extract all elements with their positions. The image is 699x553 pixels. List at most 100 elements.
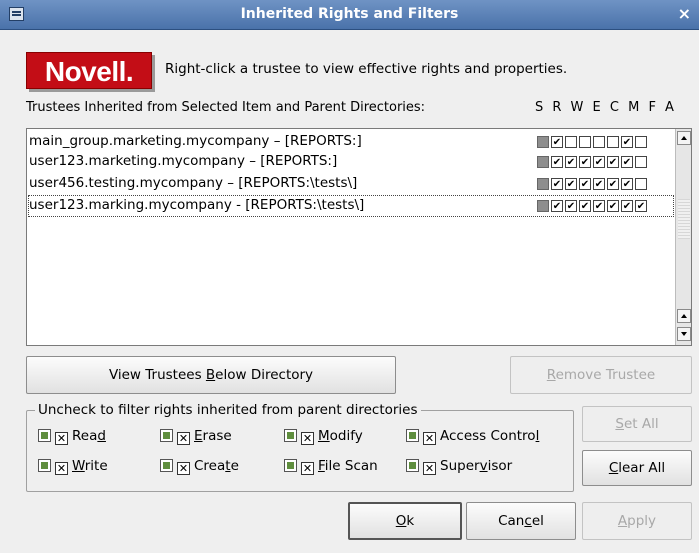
filter-label-post: isor xyxy=(487,458,513,474)
filter-label-mnemonic: E xyxy=(194,428,203,444)
filter-label-pre: Rea xyxy=(72,428,98,444)
right-checkbox xyxy=(537,156,549,168)
apply-mnemonic: A xyxy=(617,513,628,529)
right-checkbox xyxy=(621,136,633,148)
cancel-button[interactable]: Cancel xyxy=(466,502,576,540)
trustee-name: user123.marking.mycompany - [REPORTS:\te… xyxy=(29,197,365,213)
remove-mnemonic: R xyxy=(546,367,556,383)
tristate-icon xyxy=(160,459,173,472)
right-checkbox xyxy=(579,156,591,168)
tristate-icon xyxy=(160,429,173,442)
set-all-mnemonic: S xyxy=(615,416,624,432)
title-bar: Inherited Rights and Filters × xyxy=(0,0,699,30)
apply-button[interactable]: Apply xyxy=(582,502,692,540)
right-checkbox xyxy=(607,200,619,212)
hint-text: Right-click a trustee to view effective … xyxy=(165,61,568,77)
right-checkbox xyxy=(579,178,591,190)
filter-label-mnemonic: d xyxy=(97,428,106,444)
scroll-up-button-lower[interactable] xyxy=(677,309,691,323)
right-checkbox xyxy=(621,178,633,190)
trustee-list[interactable]: main_group.marketing.mycompany – [REPORT… xyxy=(26,128,692,346)
ok-mnemonic: O xyxy=(395,513,407,529)
tristate-icon xyxy=(38,429,51,442)
tristate-icon xyxy=(284,459,297,472)
ok-button[interactable]: Ok xyxy=(348,502,462,540)
apply-post: pply xyxy=(627,513,657,529)
filter-checkbox[interactable]: ✕ Read xyxy=(38,428,106,446)
filter-checkbox[interactable]: ✕ Modify xyxy=(284,428,363,446)
trustee-name: user456.testing.mycompany – [REPORTS:\te… xyxy=(29,175,358,191)
right-checkbox xyxy=(593,200,605,212)
right-checkbox xyxy=(593,136,605,148)
right-checkbox xyxy=(607,136,619,148)
trustee-row[interactable]: user123.marking.mycompany - [REPORTS:\te… xyxy=(28,195,674,217)
trustee-row[interactable]: user456.testing.mycompany – [REPORTS:\te… xyxy=(29,174,673,194)
check-icon: ✕ xyxy=(55,462,68,475)
right-checkbox xyxy=(579,136,591,148)
cancel-post: el xyxy=(531,513,544,529)
trustee-row[interactable]: main_group.marketing.mycompany – [REPORT… xyxy=(29,132,673,152)
scroll-up-button[interactable] xyxy=(677,131,691,145)
right-checkbox xyxy=(635,156,647,168)
right-checkbox xyxy=(607,156,619,168)
filter-label-post: odify xyxy=(329,428,363,444)
check-icon: ✕ xyxy=(423,462,436,475)
filter-checkbox[interactable]: ✕ Create xyxy=(160,458,239,476)
filter-label-pre: Crea xyxy=(194,458,226,474)
check-icon: ✕ xyxy=(301,462,314,475)
vertical-scrollbar[interactable] xyxy=(675,129,691,345)
filter-label-post: rase xyxy=(202,428,232,444)
filter-label-pre: Super xyxy=(440,458,480,474)
scroll-down-button[interactable] xyxy=(677,327,691,341)
check-icon: ✕ xyxy=(55,432,68,445)
clear-all-rest: lear All xyxy=(618,460,666,476)
trustee-name: user123.marketing.mycompany – [REPORTS:] xyxy=(29,153,338,169)
tristate-icon xyxy=(406,459,419,472)
set-all-button[interactable]: Set All xyxy=(582,406,692,442)
right-checkbox xyxy=(635,200,647,212)
right-checkbox xyxy=(635,136,647,148)
rights-header: S R W E C M F A xyxy=(535,100,677,115)
tristate-icon xyxy=(284,429,297,442)
filter-label-mnemonic: v xyxy=(479,458,488,474)
trustee-name: main_group.marketing.mycompany – [REPORT… xyxy=(29,133,362,149)
right-checkbox xyxy=(551,200,563,212)
right-checkbox xyxy=(579,200,591,212)
right-checkbox xyxy=(565,200,577,212)
novell-logo: Novell. xyxy=(26,52,152,89)
close-icon[interactable]: × xyxy=(678,5,691,23)
filter-label-mnemonic: M xyxy=(318,428,330,444)
right-checkbox xyxy=(593,156,605,168)
filter-checkbox[interactable]: ✕ Write xyxy=(38,458,108,476)
filter-group xyxy=(26,410,574,492)
right-checkbox xyxy=(635,178,647,190)
cancel-mnemonic: c xyxy=(524,513,532,529)
tristate-icon xyxy=(38,459,51,472)
scroll-thumb[interactable] xyxy=(678,199,690,239)
logo-mark: . xyxy=(125,56,134,87)
remove-trustee-button[interactable]: Remove Trustee xyxy=(510,356,692,394)
remove-rest: emove Trustee xyxy=(555,367,656,383)
filter-label-post: ile Scan xyxy=(324,458,378,474)
right-checkbox xyxy=(551,136,563,148)
right-checkbox xyxy=(565,136,577,148)
right-checkbox xyxy=(565,156,577,168)
filter-checkbox[interactable]: ✕ File Scan xyxy=(284,458,378,476)
right-checkbox xyxy=(593,178,605,190)
filter-checkbox[interactable]: ✕ Supervisor xyxy=(406,458,512,476)
filter-label-mnemonic: l xyxy=(535,428,540,444)
right-checkbox xyxy=(607,178,619,190)
check-icon: ✕ xyxy=(423,432,436,445)
right-checkbox xyxy=(621,200,633,212)
right-checkbox xyxy=(551,178,563,190)
filter-checkbox[interactable]: ✕ Erase xyxy=(160,428,232,446)
right-checkbox xyxy=(537,200,549,212)
filter-checkbox[interactable]: ✕ Access Control xyxy=(406,428,539,446)
filter-label-mnemonic: F xyxy=(318,458,325,474)
clear-all-button[interactable]: Clear All xyxy=(582,450,692,486)
filter-label-post: rite xyxy=(84,458,108,474)
filter-label-mnemonic: W xyxy=(72,458,85,474)
filter-legend: Uncheck to filter rights inherited from … xyxy=(35,402,421,418)
view-trustees-below-button[interactable]: View Trustees Below Directory xyxy=(26,356,396,394)
trustee-row[interactable]: user123.marketing.mycompany – [REPORTS:] xyxy=(29,152,673,172)
